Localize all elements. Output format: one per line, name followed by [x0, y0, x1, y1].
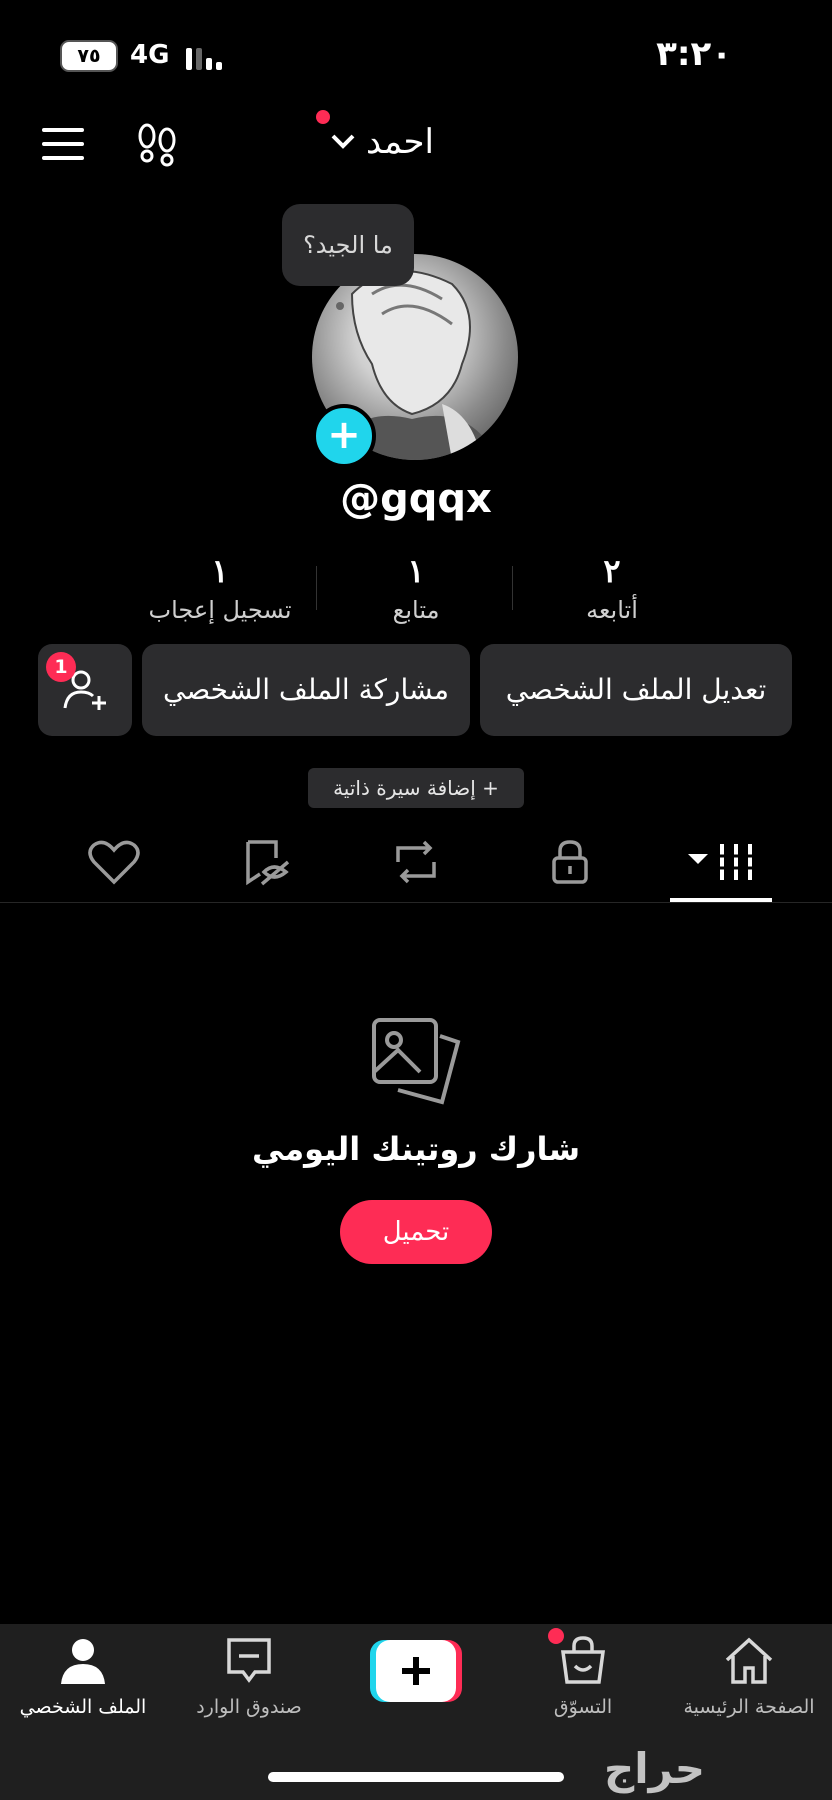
empty-state-title: شارك روتينك اليومي — [251, 1130, 581, 1168]
edit-profile-button[interactable]: تعديل الملف الشخصي — [480, 644, 792, 736]
chevron-down-icon — [331, 134, 355, 149]
home-indicator[interactable] — [268, 1772, 564, 1782]
inbox-icon — [227, 1638, 271, 1683]
tab-reposts[interactable] — [386, 838, 446, 886]
signal-icon — [186, 46, 226, 70]
create-button[interactable] — [370, 1640, 462, 1702]
bubble-dot — [336, 302, 344, 310]
nav-home[interactable]: الصفحة الرئيسية — [666, 1636, 832, 1718]
status-time: ٣:٢٠ — [656, 34, 732, 74]
shop-notification-dot — [548, 1628, 564, 1644]
share-profile-button[interactable]: مشاركة الملف الشخصي — [142, 644, 470, 736]
account-switcher[interactable]: احمد — [330, 122, 434, 162]
nav-shop[interactable]: التسوّق — [500, 1636, 666, 1718]
footprint-icon[interactable] — [134, 122, 180, 172]
nav-inbox-label: صندوق الوارد — [196, 1696, 302, 1718]
account-username: احمد — [366, 122, 434, 162]
following-count: ٢ — [603, 552, 621, 590]
repost-icon — [396, 840, 436, 884]
likes-label: تسجيل إعجاب — [148, 596, 292, 624]
nav-home-label: الصفحة الرئيسية — [683, 1696, 815, 1718]
nav-profile[interactable]: الملف الشخصي — [0, 1636, 166, 1718]
heart-icon — [88, 840, 140, 885]
add-bio-button[interactable]: + إضافة سيرة ذاتية — [308, 768, 524, 808]
tab-private[interactable] — [540, 838, 600, 886]
followers-label: متابع — [392, 596, 440, 624]
notification-dot — [316, 110, 330, 124]
home-icon — [725, 1637, 773, 1684]
battery-indicator: ٧٥ — [60, 40, 118, 72]
likes-count: ١ — [211, 552, 229, 590]
plus-icon — [370, 1640, 462, 1702]
upload-button[interactable]: تحميل — [340, 1200, 492, 1264]
nav-shop-label: التسوّق — [553, 1696, 613, 1718]
tabs-divider — [0, 902, 832, 903]
watermark: حراج — [604, 1744, 706, 1793]
photos-icon — [368, 1014, 464, 1114]
followers-count: ١ — [407, 552, 425, 590]
grid-icon — [688, 844, 756, 880]
lock-icon — [552, 840, 588, 884]
likes-stat[interactable]: ١ تسجيل إعجاب — [110, 552, 330, 624]
nav-inbox[interactable]: صندوق الوارد — [166, 1636, 332, 1718]
followers-stat[interactable]: ١ متابع — [306, 552, 526, 624]
profile-handle: @gqqx — [340, 476, 492, 522]
tab-videos[interactable] — [686, 838, 756, 886]
tab-favorites[interactable] — [236, 838, 296, 886]
tab-liked[interactable] — [84, 838, 144, 886]
add-story-button[interactable]: + — [312, 404, 376, 468]
nav-profile-label: الملف الشخصي — [19, 1696, 147, 1718]
bookmark-hidden-icon — [246, 840, 290, 886]
following-label: أتابعه — [586, 596, 638, 624]
network-type: 4G — [130, 40, 170, 70]
story-prompt-bubble[interactable]: ما الجيد؟ — [282, 204, 414, 286]
following-stat[interactable]: ٢ أتابعه — [502, 552, 722, 624]
profile-icon — [61, 1639, 105, 1684]
menu-icon[interactable] — [42, 128, 86, 164]
friend-request-badge: 1 — [46, 652, 76, 682]
shopping-bag-icon — [561, 1636, 605, 1684]
